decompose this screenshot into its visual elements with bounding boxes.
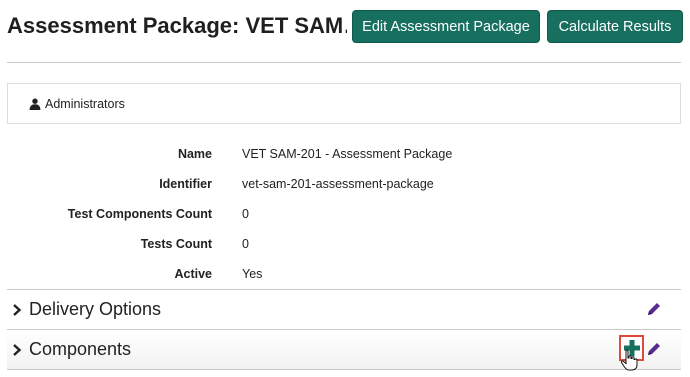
detail-row-name: Name VET SAM-201 - Assessment Package <box>0 147 690 167</box>
administrators-panel[interactable]: Administrators <box>7 83 681 124</box>
detail-row-test-components-count: Test Components Count 0 <box>0 207 690 227</box>
pencil-icon[interactable] <box>645 340 663 358</box>
page-header: Assessment Package: VET SAM… Edit Assess… <box>0 0 690 56</box>
detail-value: 0 <box>242 207 249 221</box>
detail-label: Active <box>174 267 212 281</box>
detail-label: Tests Count <box>140 237 212 251</box>
chevron-right-icon <box>13 343 22 356</box>
hand-cursor-icon <box>620 349 638 371</box>
delivery-options-title: Delivery Options <box>29 299 162 319</box>
detail-value: vet-sam-201-assessment-package <box>242 177 434 191</box>
components-section[interactable]: Components <box>7 329 681 371</box>
detail-row-active: Active Yes <box>0 267 690 287</box>
detail-value: VET SAM-201 - Assessment Package <box>242 147 453 161</box>
detail-row-tests-count: Tests Count 0 <box>0 237 690 257</box>
detail-row-identifier: Identifier vet-sam-201-assessment-packag… <box>0 177 690 197</box>
components-title: Components <box>29 339 132 359</box>
page-title: Assessment Package: VET SAM… <box>7 13 347 38</box>
edit-assessment-package-button[interactable]: Edit Assessment Package <box>352 10 540 43</box>
user-icon <box>29 98 41 110</box>
administrators-label: Administrators <box>45 96 125 111</box>
calculate-results-button[interactable]: Calculate Results <box>547 10 683 43</box>
delivery-options-section[interactable]: Delivery Options <box>7 289 681 329</box>
chevron-right-icon <box>13 303 22 316</box>
detail-label: Identifier <box>159 177 212 191</box>
detail-value: 0 <box>242 237 249 251</box>
divider <box>7 62 681 63</box>
pencil-icon[interactable] <box>645 300 663 318</box>
detail-label: Name <box>177 147 212 161</box>
detail-label: Test Components Count <box>67 207 212 221</box>
detail-value: Yes <box>242 267 263 281</box>
